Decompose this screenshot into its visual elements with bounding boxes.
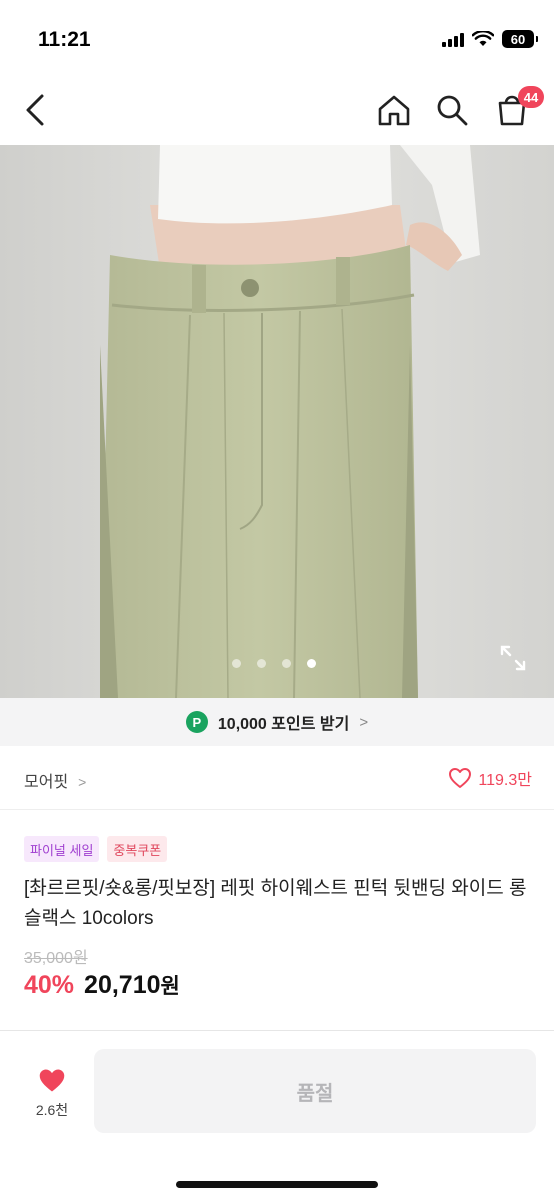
store-name: 모어핏 [24,774,69,791]
wifi-icon [472,31,494,46]
battery-level: 60 [510,31,526,47]
pagination-dot[interactable] [232,659,241,668]
pagination-dot-active[interactable] [307,659,316,668]
pagination-dot[interactable] [257,659,266,668]
status-icons: 60 [442,30,538,48]
currency-unit: 원 [160,975,180,998]
status-time: 11:21 [38,28,91,51]
nav-bar: 44 [0,80,554,144]
product-photo [0,145,554,698]
sale-price-value: 20,710 [84,971,161,999]
bottom-action-bar: 2.6천 품절 [0,1030,554,1200]
search-icon[interactable] [432,90,472,130]
store-link[interactable]: 모어핏 > [24,768,86,792]
heart-outline-icon [449,768,472,788]
wish-count: 2.6천 [35,1102,69,1118]
store-like-button[interactable]: 119.3만 [448,766,532,790]
expand-icon[interactable] [498,643,528,673]
image-pagination [232,659,316,668]
chevron-right-icon: > [359,713,369,731]
pagination-dot[interactable] [282,659,291,668]
cart-count-badge: 44 [518,86,544,108]
home-icon[interactable] [374,90,414,130]
product-title: [촤르르핏/숏&롱/핏보장] 레핏 하이웨스트 핀턱 뒷밴딩 와이드 롱 슬랙스… [24,878,527,929]
points-banner[interactable]: P 10,000 포인트 받기 > [0,698,554,746]
price-row: 40% 20,710원 [24,970,180,1000]
home-indicator [176,1181,378,1188]
points-icon: P [185,711,208,733]
product-image[interactable] [0,145,554,698]
status-bar: 11:21 60 [0,0,554,80]
battery-icon: 60 [502,30,538,48]
store-like-count: 119.3만 [478,772,532,789]
chevron-right-icon: > [78,774,87,790]
coupon-badge: 중복쿠폰 [107,836,168,862]
wish-button[interactable]: 2.6천 [24,1067,80,1127]
store-row: 모어핏 > 119.3만 [0,746,554,810]
heart-filled-icon [39,1069,65,1092]
product-badges: 파이널 세일 중복쿠폰 [24,836,168,862]
signal-icon [442,31,464,47]
back-arrow-icon[interactable] [18,90,58,130]
final-sale-badge: 파이널 세일 [24,836,100,862]
original-price: 35,000원 [24,950,88,967]
discount-rate: 40% [24,971,75,999]
sale-price: 20,710원 [84,970,180,1000]
soldout-button[interactable]: 품절 [94,1049,536,1133]
points-label: 10,000 포인트 받기 [217,716,350,733]
